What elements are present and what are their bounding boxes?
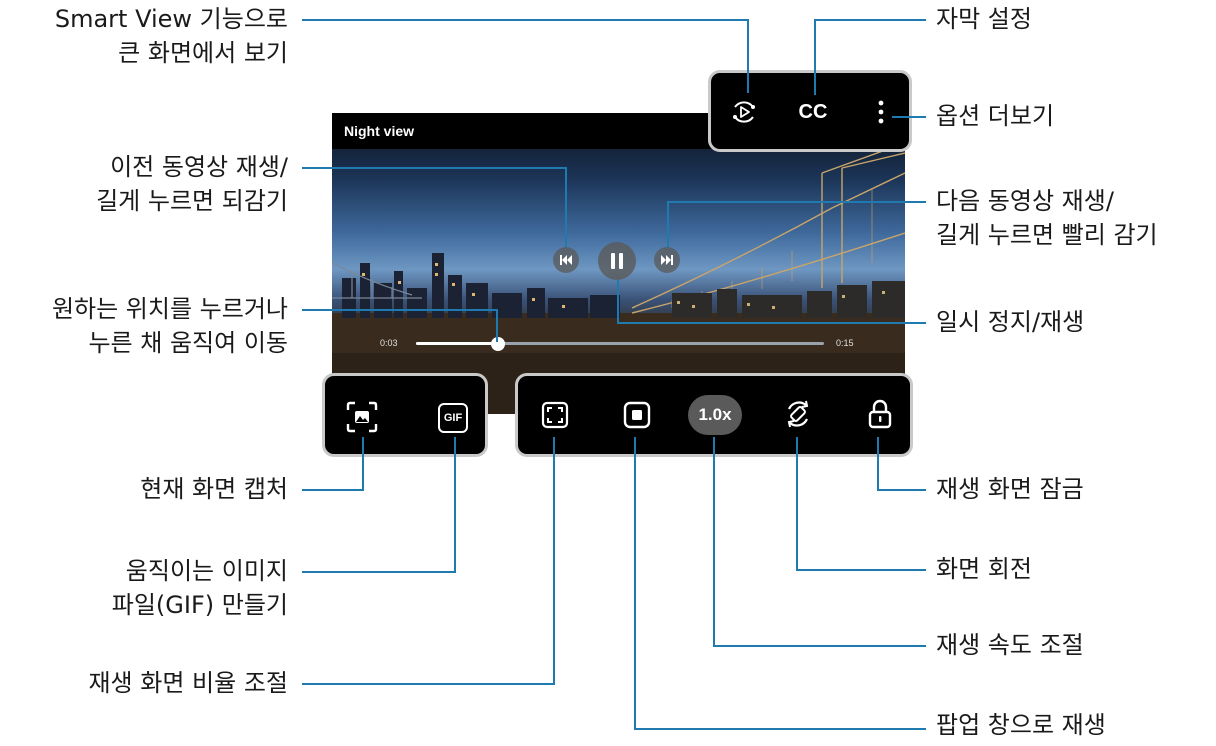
- leader-line: [814, 19, 926, 21]
- leader-line: [362, 437, 364, 491]
- top-options-panel: CC: [708, 70, 912, 152]
- leader-line: [302, 683, 555, 685]
- previous-button[interactable]: [553, 247, 579, 273]
- callout-speed: 재생 속도 조절: [936, 631, 1084, 659]
- leader-line: [302, 167, 567, 169]
- capture-icon: [346, 401, 378, 433]
- aspect-ratio-button[interactable]: [538, 398, 572, 432]
- leader-line: [634, 437, 636, 730]
- speed-label: 1.0x: [698, 405, 732, 424]
- video-title: Night view: [344, 123, 415, 139]
- popup-play-button[interactable]: [620, 398, 654, 432]
- more-options-button[interactable]: [869, 95, 893, 129]
- leader-line: [617, 280, 619, 324]
- callout-next-video: 다음 동영상 재생/길게 누르면 빨리 감기: [936, 187, 1158, 249]
- callout-smart-view: Smart View 기능으로 큰 화면에서 보기: [54, 5, 288, 67]
- leader-line: [814, 19, 816, 95]
- leader-line: [796, 569, 926, 571]
- leader-line: [617, 322, 926, 324]
- smart-view-button[interactable]: [727, 95, 761, 129]
- smart-view-icon: [733, 101, 755, 123]
- leader-line: [877, 489, 926, 491]
- cc-icon: CC: [798, 100, 828, 123]
- seek-bar[interactable]: [416, 342, 824, 345]
- skip-previous-icon: [560, 255, 572, 265]
- video-player[interactable]: Night view 0:03 0:15: [332, 113, 905, 414]
- lock-button[interactable]: [863, 396, 897, 432]
- leader-line: [796, 437, 798, 571]
- callout-seek: 원하는 위치를 누르거나 누른 채 움직여 이동: [51, 295, 288, 357]
- gif-button[interactable]: GIF: [435, 400, 471, 436]
- skip-next-icon: [661, 255, 673, 265]
- pause-icon: [611, 253, 623, 269]
- pause-button[interactable]: [598, 242, 636, 280]
- callout-ratio: 재생 화면 비율 조절: [88, 669, 288, 697]
- next-button[interactable]: [654, 247, 680, 273]
- leader-line: [302, 19, 749, 21]
- callout-popup: 팝업 창으로 재생: [936, 711, 1106, 739]
- callout-capture: 현재 화면 캡처: [140, 475, 288, 503]
- current-time: 0:03: [380, 338, 398, 348]
- capture-button[interactable]: [343, 398, 381, 436]
- aspect-ratio-icon: [541, 401, 569, 429]
- callout-gif: 움직이는 이미지 파일(GIF) 만들기: [111, 557, 288, 619]
- total-time: 0:15: [836, 338, 854, 348]
- leader-line: [747, 19, 749, 93]
- gif-icon: GIF: [438, 403, 468, 433]
- callout-lock: 재생 화면 잠금: [936, 475, 1084, 503]
- callout-subtitle: 자막 설정: [936, 5, 1032, 33]
- popup-window-icon: [623, 401, 651, 429]
- rotate-icon: [787, 400, 809, 428]
- leader-line: [565, 167, 567, 247]
- leader-line: [877, 437, 879, 491]
- leader-line: [667, 201, 669, 247]
- callout-pause: 일시 정지/재생: [936, 308, 1085, 336]
- callout-prev-video: 이전 동영상 재생/길게 누르면 되감기: [96, 153, 288, 215]
- subtitle-button[interactable]: CC: [795, 97, 831, 127]
- bottom-left-panel: GIF: [322, 373, 488, 457]
- rotate-button[interactable]: [780, 396, 816, 432]
- leader-line: [667, 201, 926, 203]
- leader-line: [713, 437, 715, 647]
- playback-speed-button[interactable]: 1.0x: [688, 395, 742, 435]
- leader-line: [302, 489, 364, 491]
- leader-line: [454, 437, 456, 573]
- leader-line: [553, 437, 555, 685]
- leader-line: [634, 728, 926, 730]
- leader-line: [496, 309, 498, 342]
- lock-icon: [868, 399, 892, 429]
- callout-more-options: 옵션 더보기: [936, 102, 1055, 130]
- leader-line: [302, 571, 456, 573]
- leader-line: [892, 116, 926, 118]
- gif-label: GIF: [443, 412, 463, 424]
- callout-rotate: 화면 회전: [936, 555, 1032, 583]
- seek-bar-progress: [416, 342, 498, 345]
- leader-line: [713, 645, 926, 647]
- leader-line: [302, 309, 498, 311]
- more-vertical-icon: [878, 100, 884, 124]
